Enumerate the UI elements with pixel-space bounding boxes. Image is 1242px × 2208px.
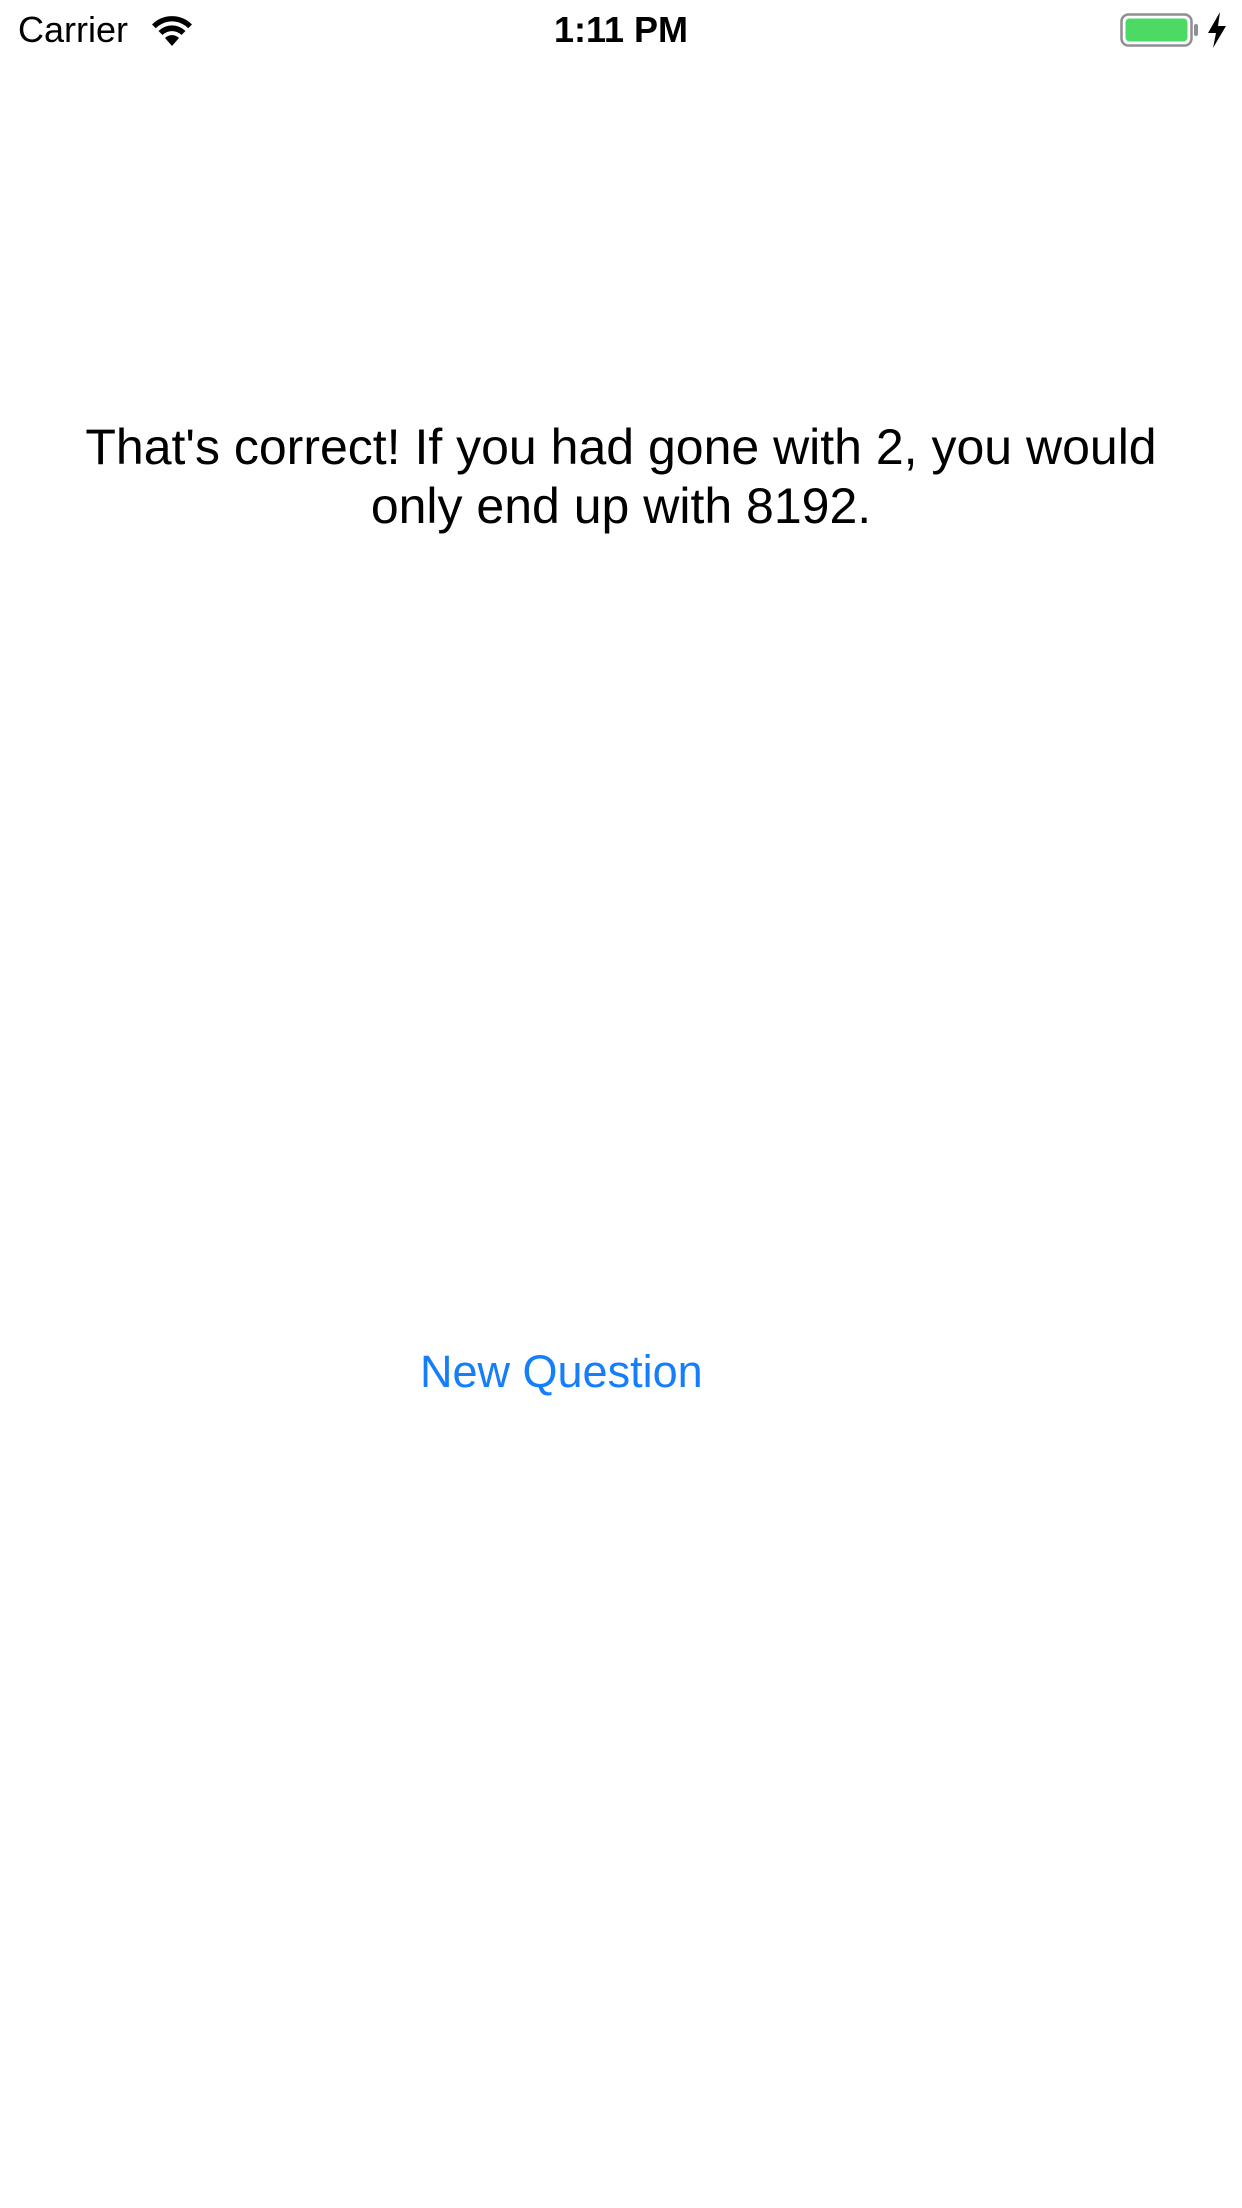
bolt-icon	[1208, 12, 1226, 48]
result-message: That's correct! If you had gone with 2, …	[85, 419, 1157, 534]
new-question-button[interactable]: New Question	[420, 1340, 720, 1404]
battery-icon	[1120, 13, 1198, 47]
status-time: 1:11 PM	[553, 9, 689, 50]
status-bar: Carrier 1:11 PM	[0, 0, 1242, 60]
